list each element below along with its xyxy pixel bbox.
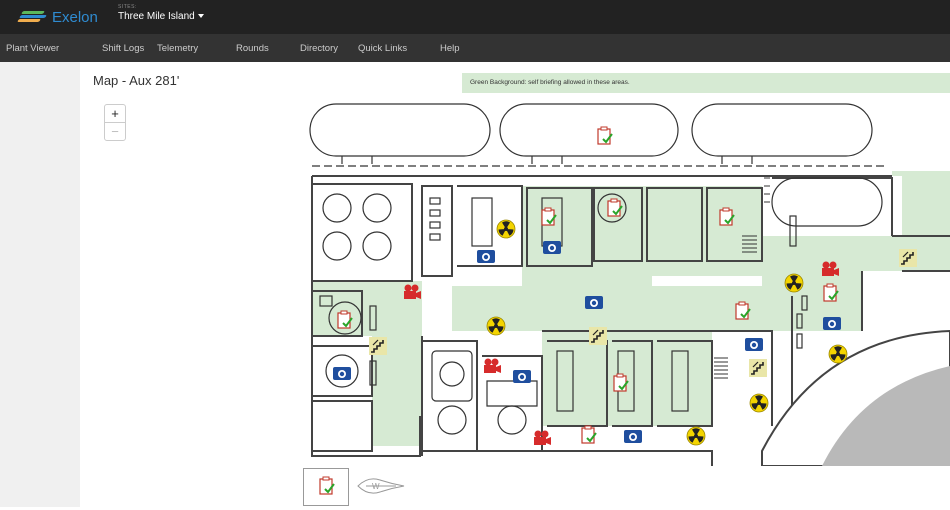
radiation-icon — [749, 393, 769, 413]
stairs-icon — [748, 358, 768, 378]
radiation-icon — [486, 316, 506, 336]
nav-directory[interactable]: Directory — [300, 43, 338, 54]
left-gutter — [0, 62, 80, 507]
top-bar: Exelon SITES: Three Mile Island — [0, 0, 950, 34]
stairs-icon — [898, 248, 918, 268]
stairs-icon — [368, 336, 388, 356]
clipboard-check-icon — [607, 198, 623, 217]
zoom-out-button[interactable]: − — [105, 122, 125, 140]
nav-plant-viewer[interactable]: Plant Viewer — [6, 43, 59, 54]
legend-note: Green Background: self briefing allowed … — [462, 73, 950, 93]
radiation-icon — [496, 219, 516, 239]
camera-icon — [624, 430, 642, 443]
containment-building — [761, 329, 950, 466]
site-value: Three Mile Island — [118, 11, 195, 22]
clipboard-check-icon — [719, 207, 735, 226]
clipboard-check-icon — [319, 476, 335, 495]
camera-icon — [745, 338, 763, 351]
camera-icon — [823, 317, 841, 330]
page-title: Map - Aux 281' — [93, 73, 180, 88]
brand-logo[interactable]: Exelon — [17, 6, 98, 28]
clipboard-check-icon — [597, 126, 613, 145]
nav-shift-logs[interactable]: Shift Logs — [102, 43, 144, 54]
zoom-control: + − — [104, 104, 126, 141]
site-selector[interactable]: SITES: Three Mile Island — [118, 4, 204, 24]
north-arrow-box — [303, 468, 349, 506]
clipboard-check-icon — [735, 301, 751, 320]
clipboard-check-icon — [337, 310, 353, 329]
camera-icon — [477, 250, 495, 263]
clipboard-check-icon — [823, 283, 839, 302]
north-arrow-icon: W — [357, 478, 405, 494]
radiation-icon — [686, 426, 706, 446]
video-camera-icon — [534, 430, 551, 445]
camera-icon — [333, 367, 351, 380]
camera-icon — [543, 241, 561, 254]
floor-plan-map[interactable] — [302, 96, 950, 466]
nav-help[interactable]: Help — [440, 43, 460, 54]
radiation-icon — [828, 344, 848, 364]
clipboard-check-icon — [541, 207, 557, 226]
zoom-in-button[interactable]: + — [105, 105, 125, 122]
brand-name: Exelon — [52, 8, 98, 26]
camera-icon — [585, 296, 603, 309]
exelon-logo-icon — [17, 10, 47, 24]
clipboard-check-icon — [581, 425, 597, 444]
main-nav: Plant Viewer Shift Logs Telemetry Rounds… — [0, 34, 950, 62]
caret-down-icon — [197, 14, 204, 19]
clipboard-check-icon — [613, 373, 629, 392]
nav-quick-links[interactable]: Quick Links — [358, 43, 407, 54]
video-camera-icon — [484, 358, 501, 373]
nav-telemetry[interactable]: Telemetry — [157, 43, 198, 54]
camera-icon — [513, 370, 531, 383]
svg-text:W: W — [372, 482, 380, 491]
radiation-icon — [784, 273, 804, 293]
stairs-icon — [588, 326, 608, 346]
nav-rounds[interactable]: Rounds — [236, 43, 269, 54]
